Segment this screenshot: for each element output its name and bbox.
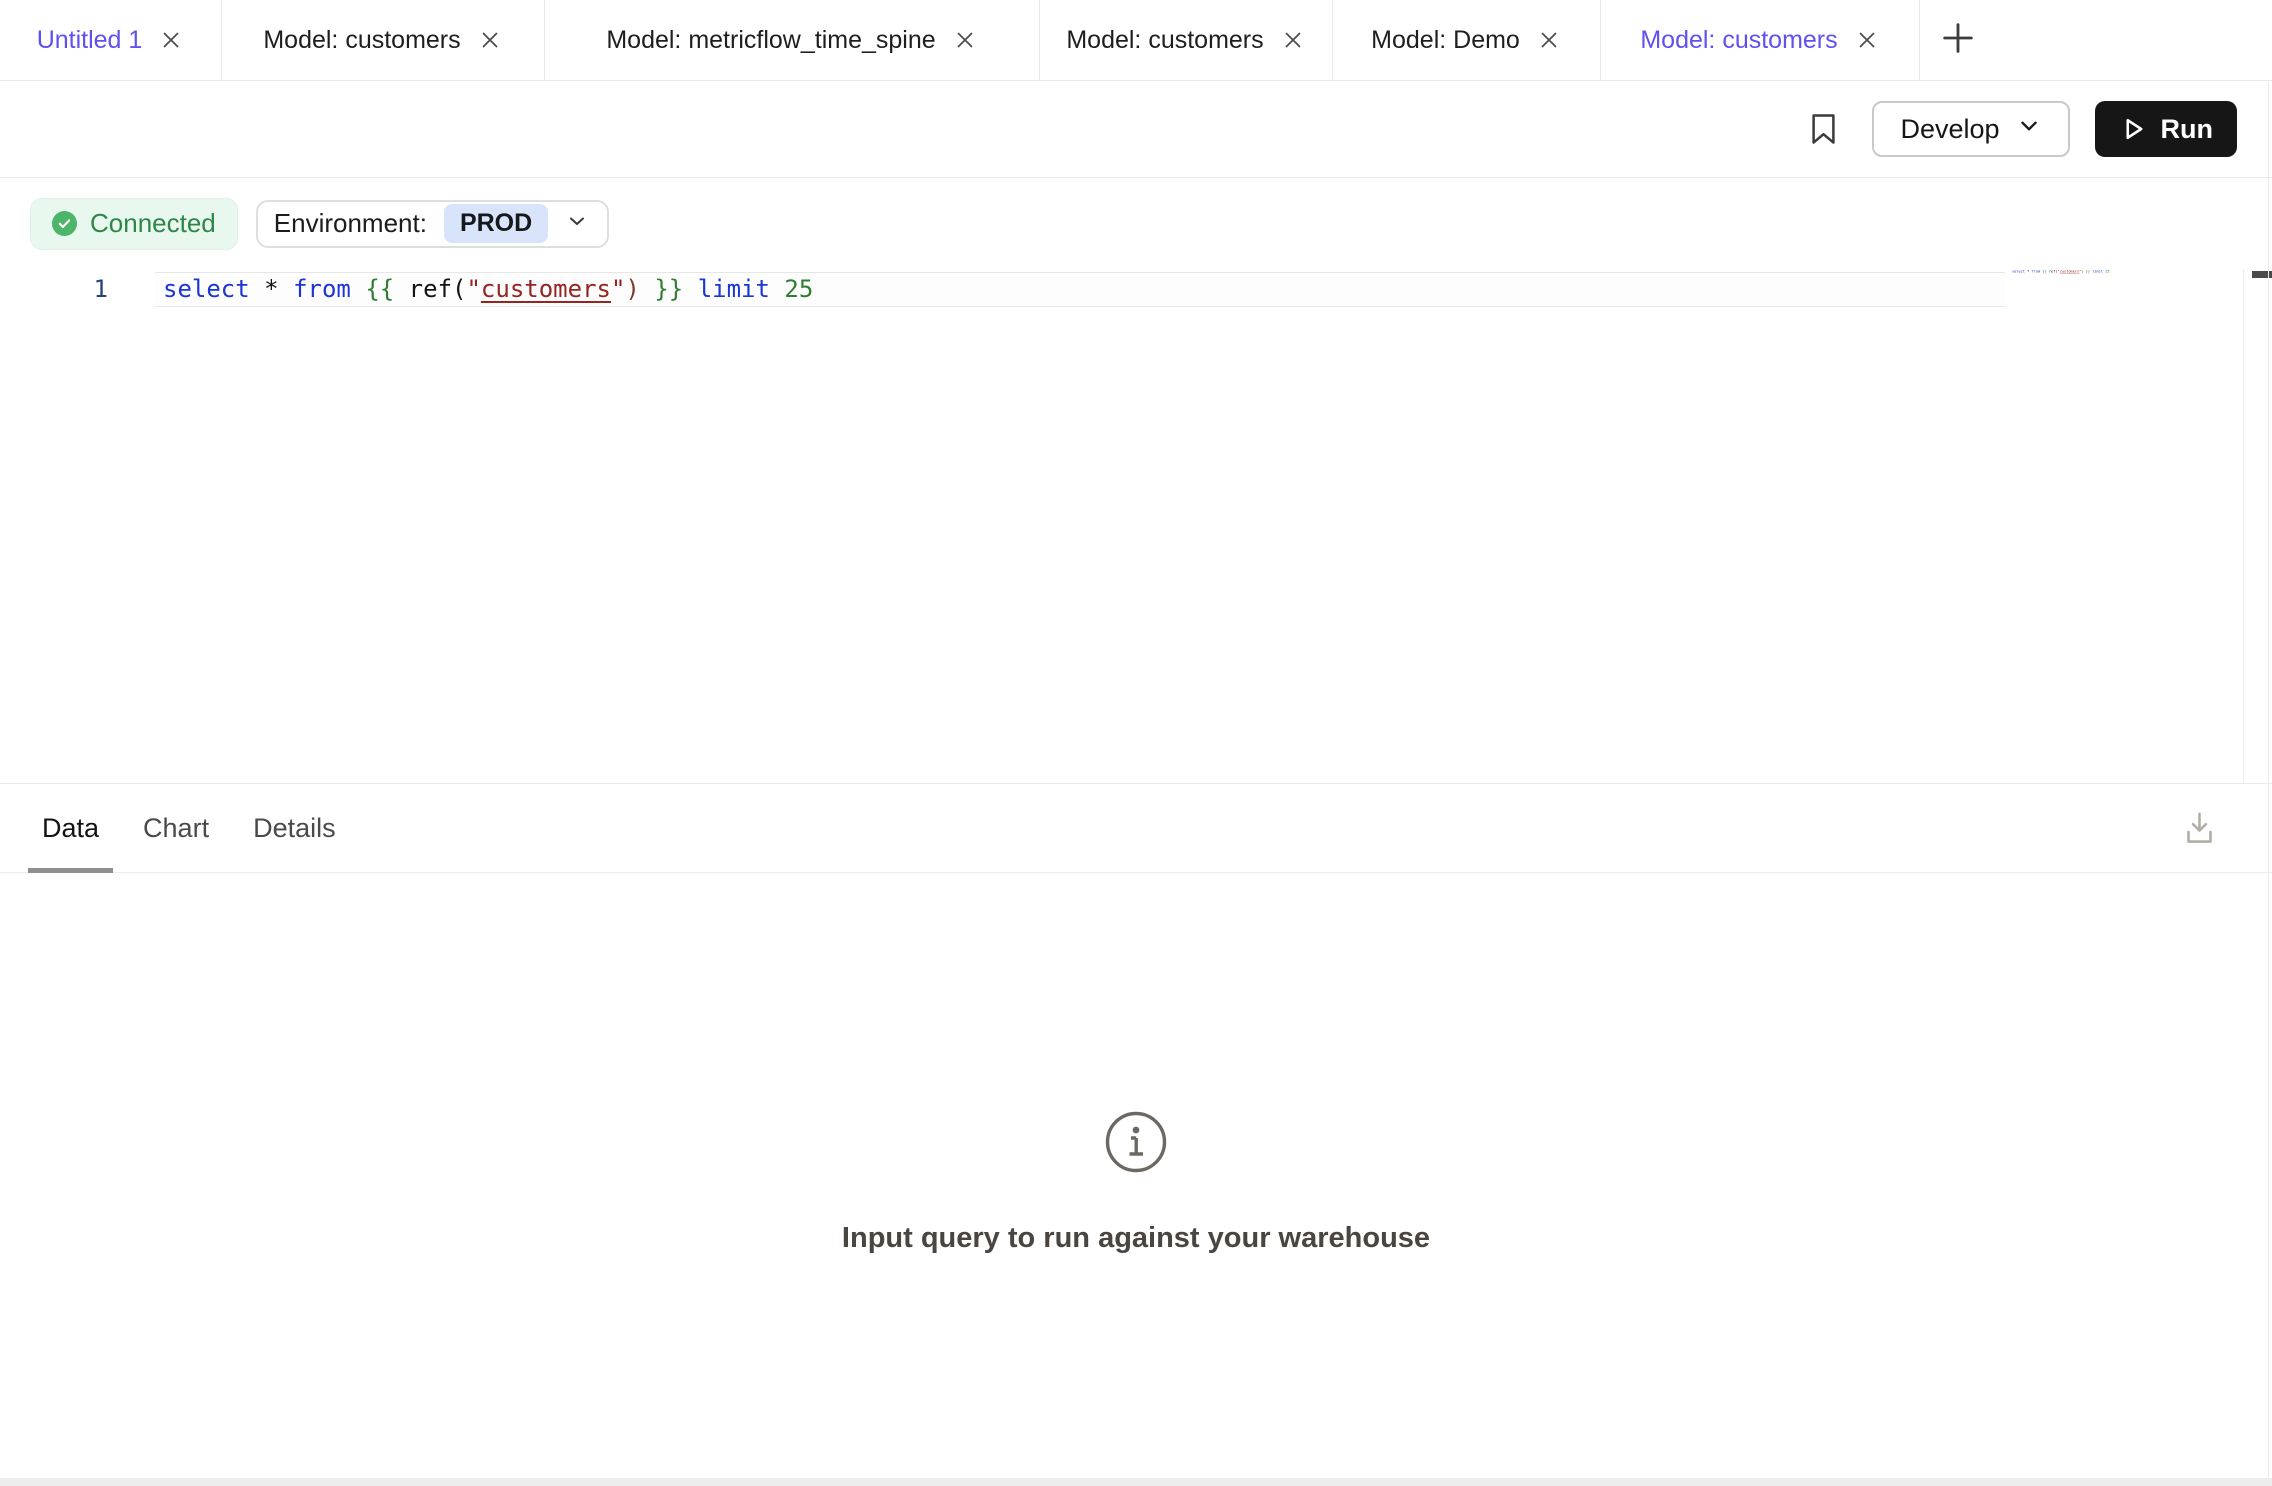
tab-model-customers-3[interactable]: Model: customers [1601,0,1920,80]
tab-label: Model: customers [263,26,460,55]
play-icon [2119,115,2147,143]
code-token: {{ [365,275,408,303]
develop-label: Develop [1900,114,1999,145]
tab-details[interactable]: Details [239,784,350,872]
code-token: ref( [409,275,467,303]
close-icon[interactable] [952,27,978,53]
environment-value-badge: PROD [444,204,548,243]
plus-icon [1938,18,1978,63]
editor-tab-bar: Untitled 1 Model: customers Model: metri… [0,0,2272,81]
tab-label: Model: metricflow_time_spine [606,26,935,55]
tab-label: Model: Demo [1371,26,1520,55]
tab-data[interactable]: Data [28,784,113,872]
close-icon[interactable] [1280,27,1306,53]
environment-label: Environment: [274,208,427,239]
connected-label: Connected [90,208,216,239]
active-line[interactable]: select * from {{ ref("customers") }} lim… [155,272,2005,307]
tab-label: Details [253,813,336,844]
scrollbar-track [2268,82,2269,1478]
ref-link[interactable]: customers [481,275,611,303]
check-icon [52,211,77,236]
results-tab-bar: Data Chart Details [0,783,2272,873]
close-icon[interactable] [158,27,184,53]
results-panel: Data Chart Details Input query to run ag… [0,783,2272,1477]
code-token: ) [625,275,654,303]
close-icon[interactable] [1854,27,1880,53]
overview-ruler-cursor [2252,271,2272,278]
code-line[interactable]: select * from {{ ref("customers") }} lim… [155,273,2005,306]
run-button[interactable]: Run [2095,101,2237,157]
code-token: " [466,275,480,303]
code-token: }} [654,275,697,303]
close-icon[interactable] [477,27,503,53]
bookmark-icon[interactable] [1811,113,1836,145]
code-token: limit [698,275,785,303]
chevron-down-icon [565,209,589,238]
tab-label: Untitled 1 [37,26,143,55]
connection-status-badge: Connected [30,198,238,250]
code-editor[interactable]: 1 select * from {{ ref("customers") }} l… [0,269,2272,783]
minimap[interactable]: select * from {{ ref("customers") }} lim… [2012,269,2110,273]
toolbar: Develop Run [0,81,2272,178]
chevron-down-icon [2016,113,2042,146]
overview-ruler [2243,269,2244,783]
status-row: Connected Environment: PROD [0,178,2272,269]
tab-label: Model: customers [1640,26,1837,55]
code-token: * [264,275,293,303]
code-token: " [611,275,625,303]
new-tab-button[interactable] [1920,0,1996,80]
close-icon[interactable] [1536,27,1562,53]
code-token: 25 [784,275,813,303]
info-icon [1104,1110,1168,1179]
line-number: 1 [60,272,108,307]
run-label: Run [2161,114,2213,145]
tab-model-customers-1[interactable]: Model: customers [222,0,545,80]
tab-model-metricflow-time-spine[interactable]: Model: metricflow_time_spine [545,0,1040,80]
tab-label: Data [42,813,99,844]
tab-untitled-1[interactable]: Untitled 1 [0,0,222,80]
develop-button[interactable]: Develop [1872,101,2069,157]
tab-label: Chart [143,813,209,844]
code-token: select [163,275,264,303]
environment-selector[interactable]: Environment: PROD [256,200,609,248]
bottom-divider [0,1478,2272,1486]
tab-chart[interactable]: Chart [129,784,223,872]
empty-state: Input query to run against your warehous… [0,873,2272,1477]
empty-state-message: Input query to run against your warehous… [842,1217,1430,1259]
tab-label: Model: customers [1066,26,1263,55]
download-icon[interactable] [2184,809,2215,847]
code-token: from [293,275,365,303]
tab-model-demo[interactable]: Model: Demo [1333,0,1601,80]
tab-model-customers-2[interactable]: Model: customers [1040,0,1333,80]
